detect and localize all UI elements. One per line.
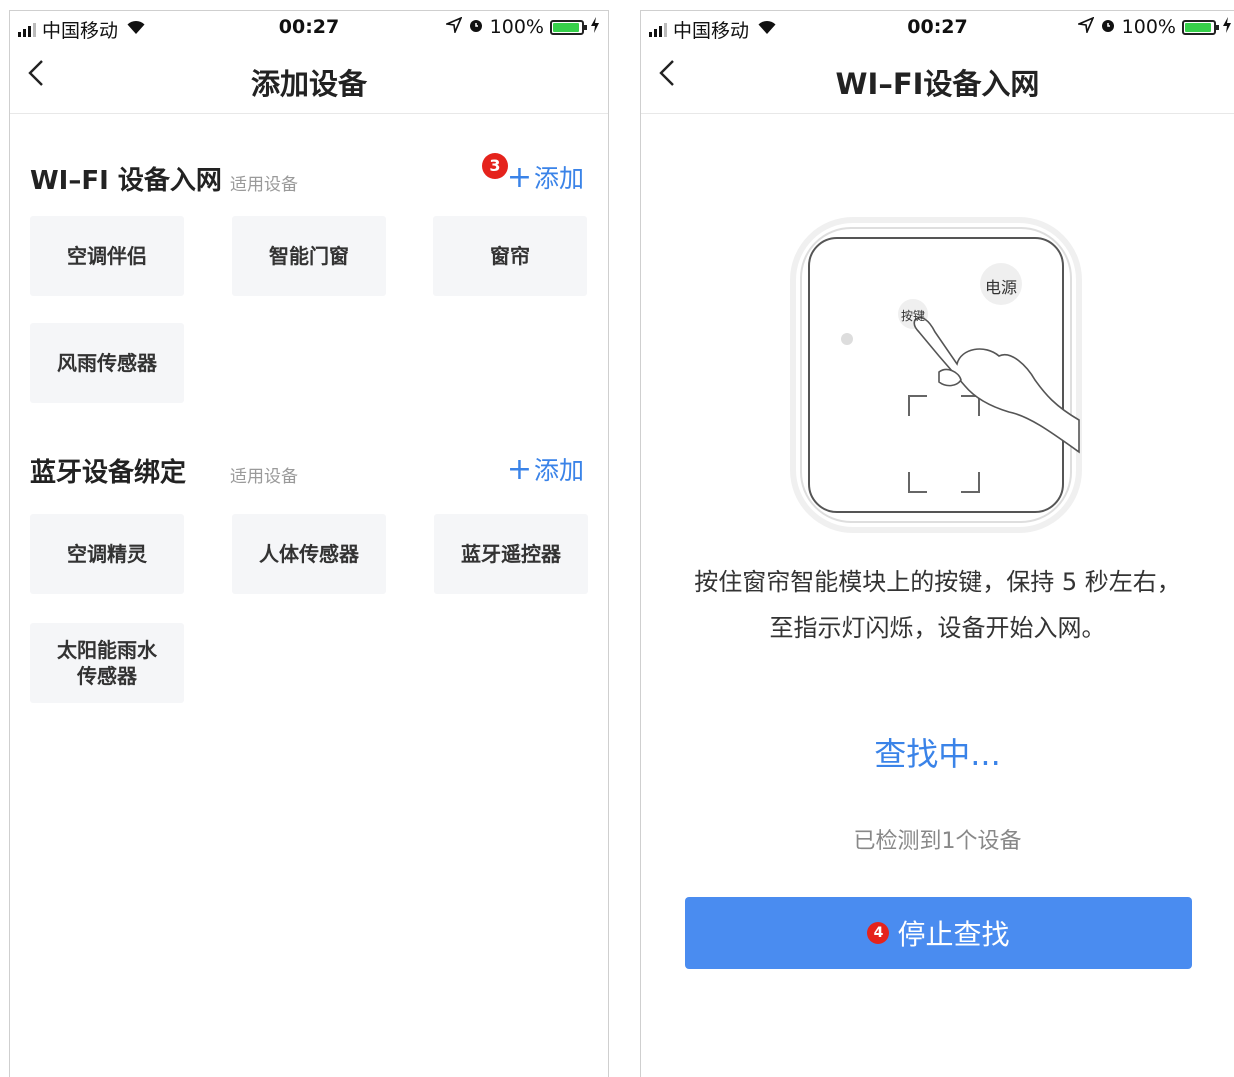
page-title: 添加设备 xyxy=(250,67,367,101)
stop-search-label: 停止查找 xyxy=(897,918,1010,951)
section-title: WI–FI 设备入网 xyxy=(30,166,222,196)
section-subtitle[interactable]: 适用设备 xyxy=(230,170,298,195)
pairing-instructions: 按住窗帘智能模块上的按键，保持 5 秒左右， 至指示灯闪烁，设备开始入网。 xyxy=(661,559,1214,651)
battery-icon xyxy=(550,19,587,35)
searching-status: 查找中... xyxy=(874,735,1001,773)
step-badge: 3 xyxy=(482,153,508,179)
detected-count: 已检测到1个设备 xyxy=(853,829,1022,854)
plus-icon: + xyxy=(506,160,532,195)
module-illustration: 电源 按键 xyxy=(789,216,1083,534)
battery-percent: 100% xyxy=(489,16,544,38)
wifi-section-header: WI–FI 设备入网 适用设备 3 +添加 xyxy=(30,153,584,203)
bluetooth-section-header: 蓝牙设备绑定 适用设备 +添加 xyxy=(30,451,584,495)
stop-search-button[interactable]: 4 停止查找 xyxy=(685,897,1192,969)
device-tile[interactable]: 蓝牙遥控器 xyxy=(434,514,588,594)
wifi-add-button[interactable]: +添加 xyxy=(507,159,584,195)
device-tile[interactable]: 风雨传感器 xyxy=(30,323,184,403)
section-title: 蓝牙设备绑定 xyxy=(30,458,187,488)
device-tile[interactable]: 智能门窗 xyxy=(232,216,386,296)
add-device-screen: 中国移动 00:27 100% 添加设备 WI–FI 设备入网 适用设备 3 +… xyxy=(9,10,609,1077)
instruction-line: 至指示灯闪烁，设备开始入网。 xyxy=(769,614,1106,642)
section-subtitle[interactable]: 适用设备 xyxy=(230,462,298,487)
charging-icon xyxy=(1222,16,1232,38)
step-badge: 4 xyxy=(867,922,890,944)
location-icon xyxy=(1075,16,1095,38)
device-tile[interactable]: 人体传感器 xyxy=(232,514,386,594)
instruction-line: 按住窗帘智能模块上的按键，保持 5 秒左右， xyxy=(694,568,1181,596)
location-icon xyxy=(443,16,463,38)
page-title: WI–FI设备入网 xyxy=(835,67,1040,101)
plus-icon: + xyxy=(506,452,532,487)
wifi-pairing-screen: 中国移动 00:27 100% WI–FI设备入网 电源 按键 按住窗帘智能模块… xyxy=(640,10,1234,1077)
button-label: 按键 xyxy=(901,309,926,323)
status-bar: 中国移动 00:27 100% xyxy=(641,11,1234,45)
charging-icon xyxy=(590,16,600,38)
bluetooth-add-button[interactable]: +添加 xyxy=(507,451,584,487)
device-tile[interactable]: 窗帘 xyxy=(433,216,587,296)
battery-icon xyxy=(1182,19,1219,35)
alarm-icon xyxy=(468,16,484,38)
device-tile[interactable]: 空调精灵 xyxy=(30,514,184,594)
nav-bar: 添加设备 xyxy=(10,47,608,114)
nav-bar: WI–FI设备入网 xyxy=(641,47,1234,114)
alarm-icon xyxy=(1100,16,1116,38)
device-tile[interactable]: 太阳能雨水 传感器 xyxy=(30,623,184,703)
battery-percent: 100% xyxy=(1121,16,1176,38)
power-label: 电源 xyxy=(985,278,1018,297)
status-bar: 中国移动 00:27 100% xyxy=(10,11,608,45)
device-tile[interactable]: 空调伴侣 xyxy=(30,216,184,296)
